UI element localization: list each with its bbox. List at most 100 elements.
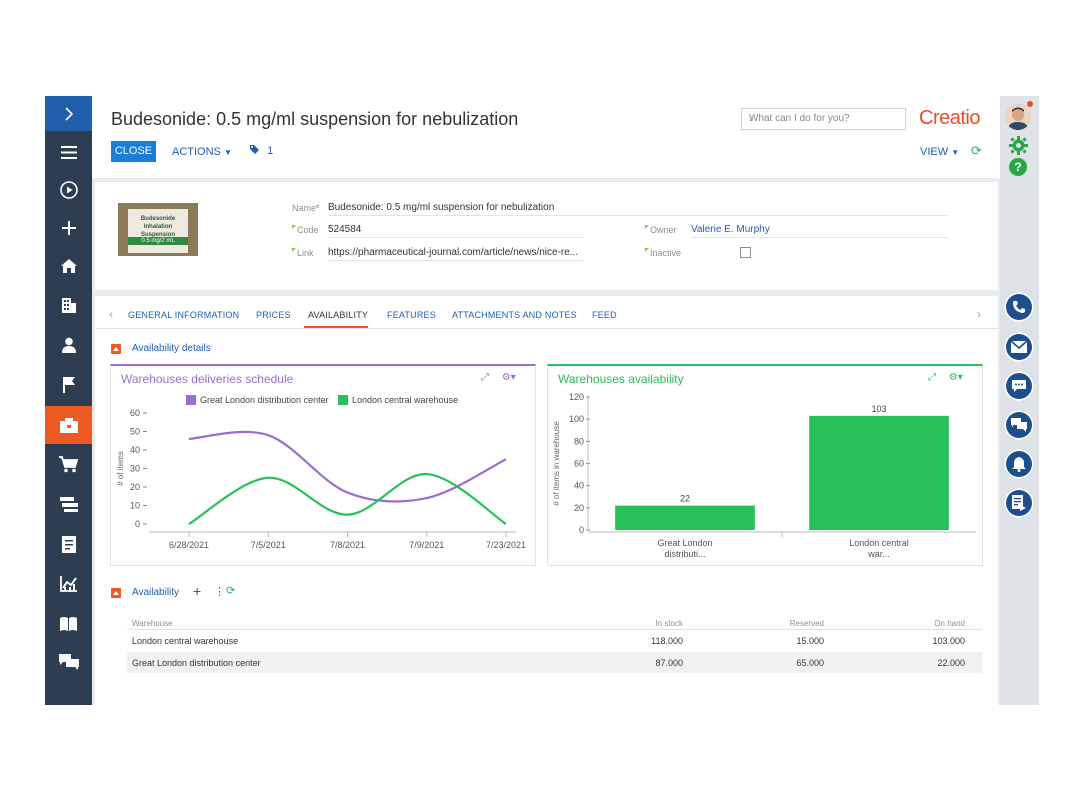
name-underline: [328, 215, 948, 216]
x-tick-label: 7/8/2021: [330, 540, 365, 550]
actions-button[interactable]: ACTIONS ▼: [172, 146, 232, 158]
feed-button[interactable]: [1004, 410, 1034, 440]
x-tick-label: London central: [849, 538, 909, 548]
notification-dot: [1027, 101, 1033, 107]
sidebar-item-orders[interactable]: [45, 446, 92, 482]
column-on-hand[interactable]: On hand: [875, 619, 965, 628]
cell-reserved: 65.000: [796, 658, 824, 668]
tab-content: ‹ GENERAL INFORMATION PRICES AVAILABILIT…: [95, 296, 998, 705]
y-tick-label: 10: [130, 501, 140, 511]
owner-label: Owner: [645, 225, 677, 235]
chat-button[interactable]: [1004, 371, 1034, 401]
add-button[interactable]: [45, 210, 92, 246]
sidebar-item-documents[interactable]: [45, 486, 92, 522]
bell-icon: [1012, 456, 1026, 472]
inactive-checkbox[interactable]: [740, 247, 751, 258]
menu-button[interactable]: [45, 134, 92, 170]
tags-button[interactable]: 1: [249, 144, 273, 157]
refresh-icon[interactable]: ⟳: [971, 143, 982, 159]
play-icon: [59, 181, 78, 199]
user-photo-icon: [1005, 104, 1031, 130]
column-reserved[interactable]: Reserved: [735, 619, 824, 628]
collapse-availability-details-icon[interactable]: [111, 344, 121, 354]
column-warehouse[interactable]: Warehouse: [132, 619, 173, 628]
process-doc-icon: [1012, 495, 1026, 511]
x-tick-label: 7/9/2021: [409, 540, 444, 550]
name-field[interactable]: Budesonide: 0.5 mg/ml suspension for neb…: [328, 202, 554, 213]
avatar[interactable]: [1005, 104, 1031, 130]
sidebar-item-analytics[interactable]: [45, 565, 92, 601]
settings-gear-icon[interactable]: [1009, 136, 1028, 160]
table-row[interactable]: London central warehouse 118.000 15.000 …: [127, 630, 982, 651]
help-icon[interactable]: ?: [1009, 158, 1027, 176]
expand-sidebar-button[interactable]: [45, 96, 92, 131]
command-search-input[interactable]: What can I do for you? ›: [741, 108, 906, 130]
x-tick-label: 7/23/2021: [486, 540, 526, 550]
tab-attachments-and-notes[interactable]: ATTACHMENTS AND NOTES: [452, 310, 577, 320]
sidebar-item-knowledge-base[interactable]: [45, 605, 92, 641]
add-icon[interactable]: +: [193, 583, 201, 599]
menu-icon: [60, 145, 77, 159]
view-button[interactable]: VIEW ▼: [920, 146, 959, 158]
tab-feed[interactable]: FEED: [592, 310, 617, 320]
y-tick-label: 20: [130, 482, 140, 492]
package-dose: 0.5 mg/2 mL: [141, 238, 175, 244]
collapse-availability-icon[interactable]: [111, 588, 121, 598]
notifications-button[interactable]: [1004, 449, 1034, 479]
product-image[interactable]: Budesonide Inhalation Suspension 0.5 mg/…: [118, 203, 198, 256]
cell-warehouse: Great London distribution center: [132, 658, 261, 668]
sidebar-item-accounts[interactable]: [45, 287, 92, 323]
code-field[interactable]: 524584: [328, 224, 361, 235]
code-underline: [328, 237, 583, 238]
table-row[interactable]: Great London distribution center 87.000 …: [127, 652, 982, 673]
sidebar-item-products[interactable]: [45, 406, 92, 444]
x-tick-label: war...: [867, 549, 890, 559]
product-package: Budesonide Inhalation Suspension: [128, 209, 188, 253]
tag-count: 1: [267, 145, 274, 157]
tab-availability[interactable]: AVAILABILITY: [308, 310, 368, 320]
sidebar-item-feed[interactable]: [45, 644, 92, 680]
contact-icon: [61, 337, 76, 353]
link-label: Link: [292, 248, 314, 258]
tag-icon: [250, 145, 259, 154]
series-line: [188, 472, 507, 525]
creatio-logo: Creatio: [919, 107, 980, 129]
y-tick-label: 60: [574, 459, 584, 469]
availability-title[interactable]: Availability: [132, 587, 179, 598]
phone-button[interactable]: [1004, 292, 1034, 322]
caret-down-icon: ▼: [951, 148, 960, 157]
bar-chart-svg: 0 20 40 60 80 100 120 # of items in warehouse 22…: [552, 392, 976, 559]
tab-general-information[interactable]: GENERAL INFORMATION: [128, 310, 239, 320]
analytics-icon: [59, 575, 77, 592]
column-in-stock[interactable]: In stock: [595, 619, 683, 628]
process-button[interactable]: [45, 172, 92, 208]
chevron-left-icon[interactable]: ‹: [109, 307, 113, 321]
x-tick-label: distributi...: [664, 549, 705, 559]
owner-field[interactable]: Valerie E. Murphy: [691, 224, 770, 235]
more-icon[interactable]: ⋮: [214, 585, 225, 598]
sidebar-item-contacts[interactable]: [45, 327, 92, 363]
availability-details-title[interactable]: Availability details: [132, 343, 211, 354]
documents-icon: [59, 496, 78, 512]
link-field[interactable]: https://pharmaceutical-journal.com/artic…: [328, 247, 578, 258]
email-icon: [1011, 341, 1027, 353]
tab-features[interactable]: FEATURES: [387, 310, 436, 320]
legend-swatch: [186, 395, 196, 405]
y-axis-label: # of items: [116, 451, 125, 486]
sidebar-item-activities[interactable]: [45, 366, 92, 402]
code-label: Code: [292, 225, 319, 235]
tab-bar: ‹ GENERAL INFORMATION PRICES AVAILABILIT…: [95, 296, 998, 329]
phone-icon: [1013, 301, 1025, 313]
home-icon: [60, 259, 77, 273]
processes-button[interactable]: [1004, 488, 1034, 518]
active-tab-indicator: [304, 326, 368, 328]
refresh-icon[interactable]: ⟳: [226, 584, 235, 597]
sidebar-item-home[interactable]: [45, 248, 92, 284]
close-button[interactable]: CLOSE: [111, 141, 156, 162]
page-header: Budesonide: 0.5 mg/ml suspension for neb…: [92, 96, 1000, 178]
caret-down-icon: ▼: [223, 148, 232, 157]
tab-prices[interactable]: PRICES: [256, 310, 291, 320]
sidebar-item-invoices[interactable]: [45, 526, 92, 562]
email-button[interactable]: [1004, 332, 1034, 362]
chevron-right-icon[interactable]: ›: [977, 307, 981, 321]
